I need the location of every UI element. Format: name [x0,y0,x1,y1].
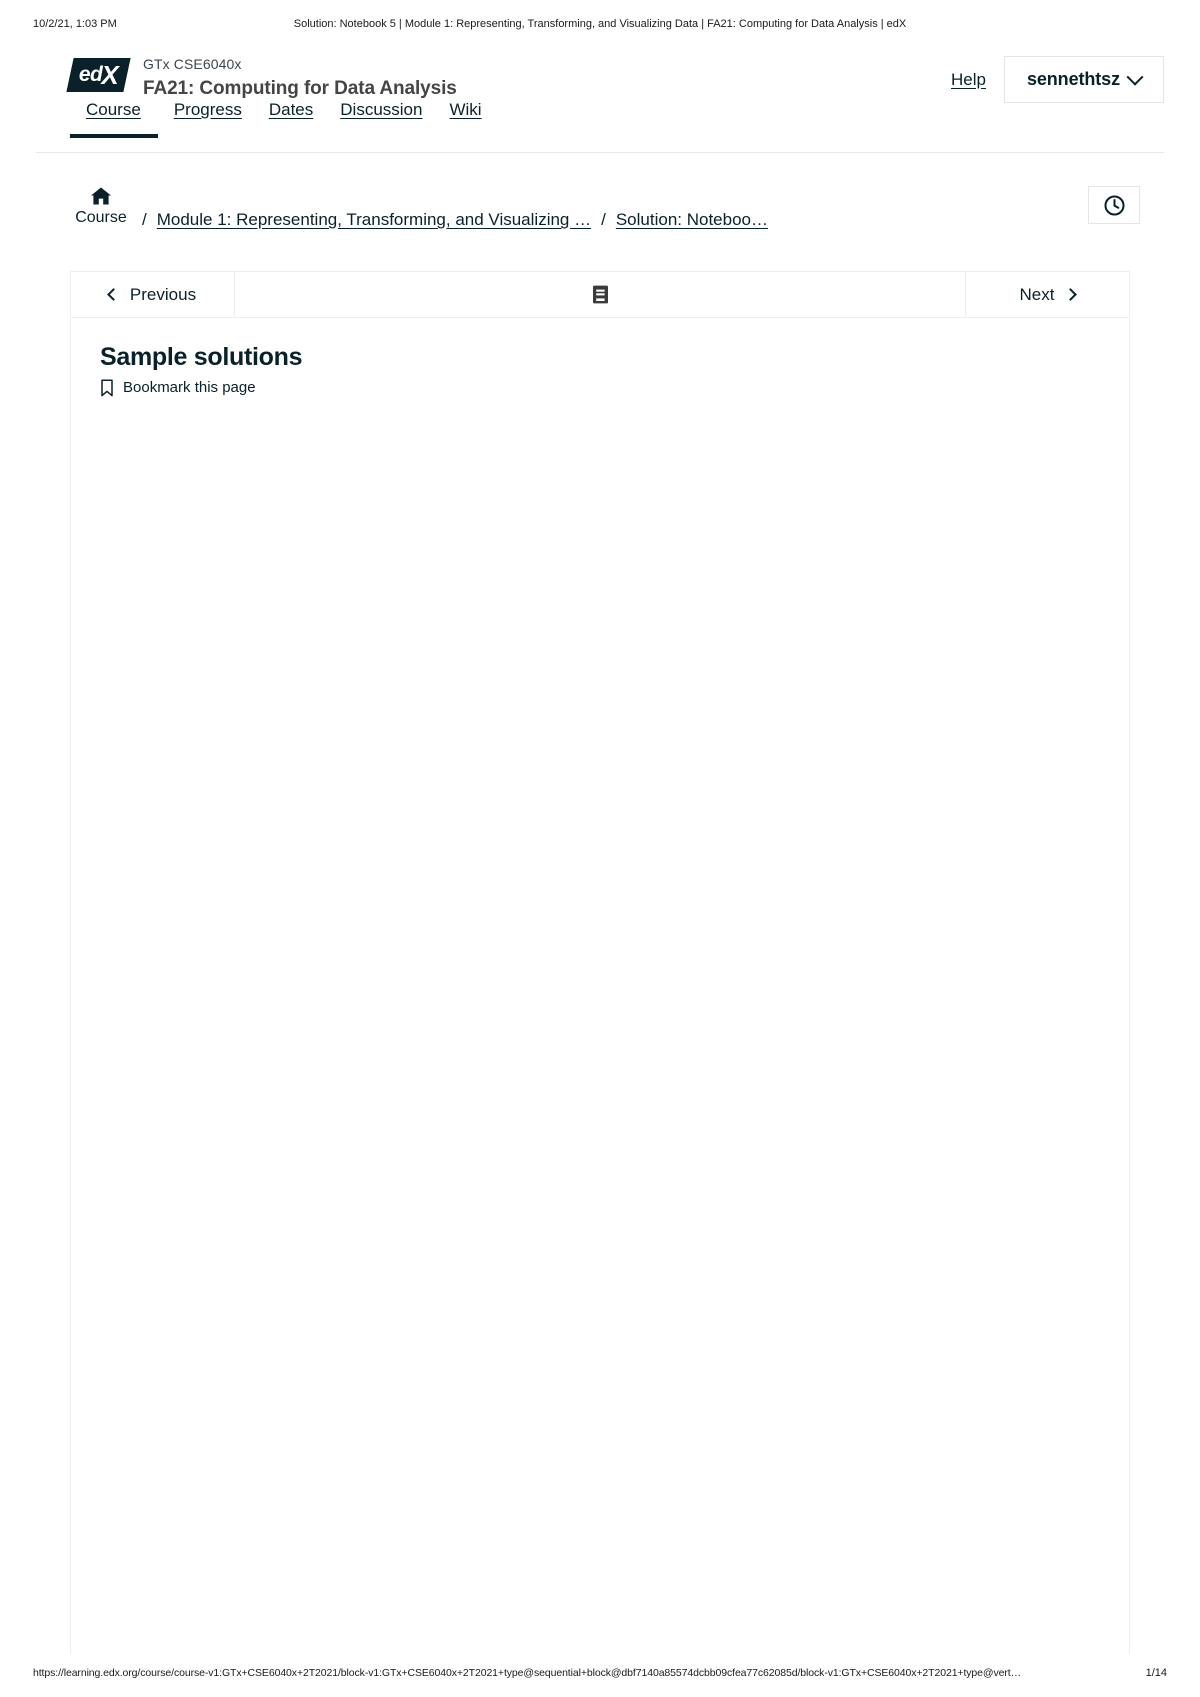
breadcrumb-item-unit[interactable]: Solution: Noteboo… [616,186,768,230]
tab-wiki[interactable]: Wiki [449,100,508,138]
edx-logo-text: ed X [70,58,127,92]
course-nav-tabs: Course Progress Dates Discussion Wiki [70,100,509,138]
edx-logo-icon[interactable]: ed X [66,58,131,92]
footer-url: https://learning.edx.org/course/course-v… [33,1667,1021,1679]
notebook-icon [592,285,608,304]
user-menu-button[interactable]: sennethtsz [1003,56,1164,103]
bookmark-label: Bookmark this page [123,379,256,396]
course-title: FA21: Computing for Data Analysis [143,78,457,99]
clock-icon [1103,194,1125,216]
breadcrumb-item-module[interactable]: Module 1: Representing, Transforming, an… [157,186,591,230]
print-footer: https://learning.edx.org/course/course-v… [0,1667,1200,1683]
chevron-left-icon [107,288,120,301]
breadcrumb-separator-2: / [601,210,606,229]
next-unit-button[interactable]: Next [965,272,1129,317]
tab-dates[interactable]: Dates [269,100,340,138]
tab-progress[interactable]: Progress [174,100,269,138]
user-menu-label: sennethtsz [1026,69,1120,89]
brand-text: GTx CSE6040x FA21: Computing for Data An… [143,52,457,102]
bookmark-icon [101,379,113,397]
header-divider [36,152,1164,153]
unit-content-panel: Sample solutions Bookmark this page [70,318,1130,1655]
page-root: 10/2/21, 1:03 PM Solution: Notebook 5 | … [0,0,1200,1697]
previous-unit-button[interactable]: Previous [71,272,235,317]
breadcrumb: Course / Module 1: Representing, Transfo… [70,186,1140,230]
chevron-right-icon [1064,288,1078,301]
edx-logo-ed: ed [78,63,103,86]
course-dates-button[interactable] [1088,186,1140,224]
print-header: 10/2/21, 1:03 PM Solution: Notebook 5 | … [0,0,1200,34]
breadcrumb-home-label: Course [75,209,127,226]
page-title: Sample solutions [100,343,303,371]
bookmark-button[interactable]: Bookmark this page [100,378,256,398]
previous-unit-label: Previous [129,284,197,304]
help-link[interactable]: Help [951,70,986,90]
breadcrumb-separator-1: / [142,210,147,229]
edx-logo-x: X [101,59,119,90]
course-org: GTx CSE6040x [143,56,242,72]
tab-course[interactable]: Course [70,100,174,138]
print-page-title: Solution: Notebook 5 | Module 1: Represe… [293,18,907,30]
tab-discussion[interactable]: Discussion [340,100,449,138]
breadcrumb-home[interactable]: Course [70,186,132,228]
home-icon [91,187,111,205]
footer-page-number: 1/14 [1145,1667,1167,1679]
brand-block[interactable]: ed X GTx CSE6040x FA21: Computing for Dat… [66,52,457,102]
next-unit-label: Next [1019,284,1055,304]
unit-navigation-bar: Previous Next [70,271,1130,318]
chevron-down-icon [1126,68,1144,86]
unit-indicator[interactable] [235,272,965,317]
header-right: Help sennethtsz [951,56,1164,103]
